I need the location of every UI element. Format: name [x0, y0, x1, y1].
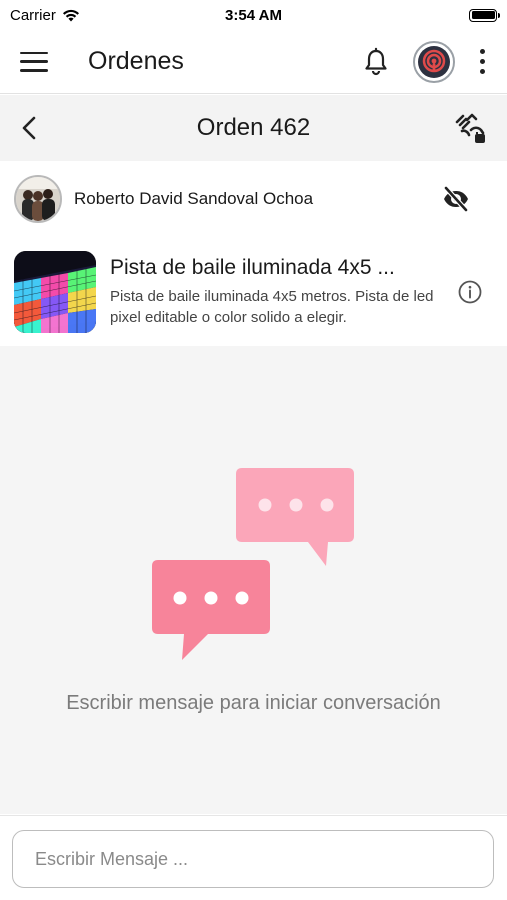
- customer-row[interactable]: Roberto David Sandoval Ochoa: [0, 162, 507, 236]
- product-text: Pista de baile iluminada 4x5 ... Pista d…: [110, 256, 449, 328]
- carrier-label: Carrier: [10, 6, 56, 24]
- status-left: Carrier: [10, 7, 150, 24]
- battery-fill: [471, 11, 495, 19]
- product-row[interactable]: Pista de baile iluminada 4x5 ... Pista d…: [0, 238, 507, 346]
- customer-name: Roberto David Sandoval Ochoa: [74, 189, 314, 208]
- message-composer: [0, 815, 507, 900]
- product-description: Pista de baile iluminada 4x5 metros. Pis…: [110, 288, 434, 326]
- order-title: Orden 462: [196, 114, 311, 141]
- chat-area: Escribir mensaje para iniciar conversaci…: [0, 346, 507, 814]
- chat-bubbles-icon: [152, 468, 354, 660]
- led-dance-floor-image: [14, 251, 96, 333]
- message-input[interactable]: [12, 830, 494, 888]
- product-image: [14, 251, 96, 333]
- app-bar: Ordenes: [0, 30, 507, 94]
- chevron-left-icon[interactable]: [18, 114, 42, 142]
- status-bar: Carrier 3:54 AM: [0, 0, 507, 30]
- profile-avatar[interactable]: [413, 40, 455, 83]
- eye-off-icon[interactable]: [441, 184, 471, 214]
- wifi-icon: [62, 9, 79, 22]
- info-icon[interactable]: [457, 279, 483, 305]
- customer-photo: [16, 177, 60, 221]
- hamburger-icon[interactable]: [20, 50, 48, 74]
- scan-hand-icon[interactable]: [453, 110, 489, 146]
- kebab-icon[interactable]: [477, 49, 487, 74]
- customer-avatar: [14, 175, 62, 223]
- status-time: 3:54 AM: [225, 6, 282, 24]
- order-header: Orden 462: [0, 95, 507, 161]
- page-title: Ordenes: [88, 47, 184, 75]
- bell-icon[interactable]: [361, 47, 391, 77]
- battery-icon: [469, 8, 500, 22]
- empty-chat-message: Escribir mensaje para iniciar conversaci…: [66, 692, 441, 714]
- status-right: [357, 8, 500, 22]
- product-title: Pista de baile iluminada 4x5 ...: [110, 256, 395, 279]
- podcast-icon: [418, 45, 450, 78]
